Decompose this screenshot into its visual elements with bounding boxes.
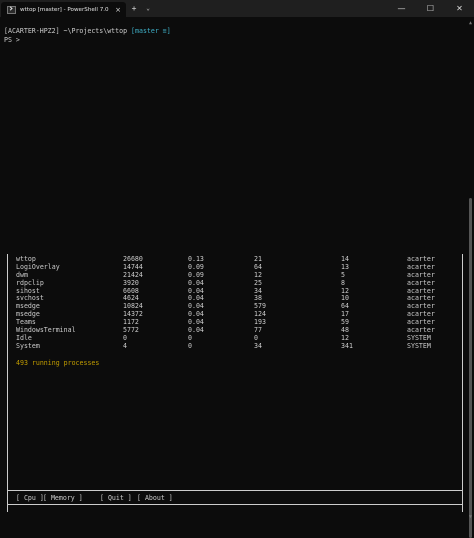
tab-close-icon[interactable]: × <box>113 6 123 14</box>
process-panel: wttop 26680 0.13 21 14 acarter LogiOverlay 1474… <box>7 254 463 512</box>
cpu-button[interactable]: [ Cpu ] <box>16 494 44 502</box>
maximize-button[interactable]: ☐ <box>416 0 445 17</box>
process-cell: 34 <box>254 341 262 350</box>
tab-title: wttop [master] - PowerShell 7.0 <box>20 6 109 13</box>
footer-bar: [ Cpu ] [ Memory ] [ Quit ] [ About ] <box>7 490 463 505</box>
process-cell: 4 <box>123 341 127 350</box>
title-bar-drag-area[interactable] <box>154 0 387 17</box>
prompt-ps: PS > <box>4 36 20 44</box>
process-cell: 0 <box>188 341 192 350</box>
scroll-up-icon[interactable]: ▲ <box>469 20 472 26</box>
terminal-tab[interactable]: wttop [master] - PowerShell 7.0 × <box>1 2 126 17</box>
minimize-button[interactable]: — <box>387 0 416 17</box>
tab-dropdown-icon[interactable]: ⌄ <box>142 0 154 17</box>
scroll-down-icon[interactable]: ▼ <box>469 514 472 520</box>
scrollbar[interactable]: ▲ ▼ <box>468 20 472 538</box>
process-count-status: 493 running processes <box>16 359 100 367</box>
scroll-thumb[interactable] <box>469 198 472 538</box>
new-tab-button[interactable]: + <box>126 0 142 17</box>
process-cell: 341 <box>341 341 353 350</box>
title-bar: wttop [master] - PowerShell 7.0 × + ⌄ — … <box>0 0 474 17</box>
quit-button[interactable]: [ Quit ] <box>100 494 132 502</box>
powershell-icon <box>7 5 16 14</box>
process-cell: SYSTEM <box>407 341 431 350</box>
process-cell: System <box>16 341 40 350</box>
shell-prompt: [ACARTER-HPZ2] ~\Projects\wttop [master … <box>4 27 171 45</box>
about-button[interactable]: [ About ] <box>137 494 173 502</box>
git-branch: [master ≡] <box>131 27 171 35</box>
close-window-button[interactable]: ✕ <box>445 0 474 17</box>
prompt-path: [ACARTER-HPZ2] ~\Projects\wttop <box>4 27 132 35</box>
memory-button[interactable]: [ Memory ] <box>43 494 83 502</box>
